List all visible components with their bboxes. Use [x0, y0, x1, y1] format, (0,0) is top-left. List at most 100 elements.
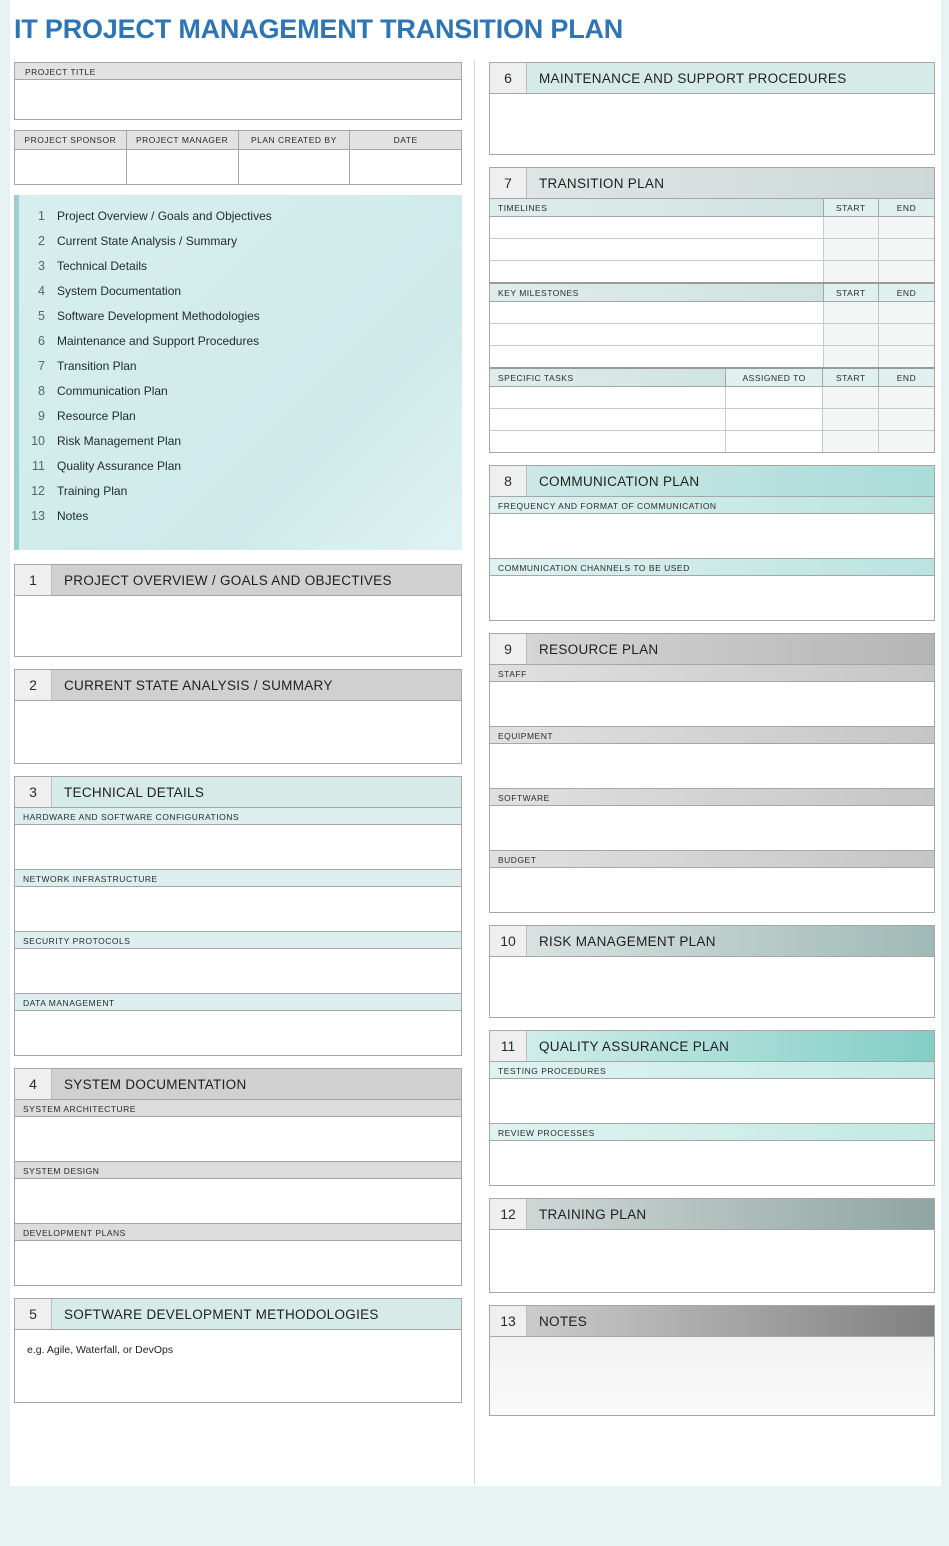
cell-end[interactable] — [878, 386, 934, 409]
subsection-input-network-infrastructure[interactable] — [15, 887, 461, 932]
section-title: RISK MANAGEMENT PLAN — [539, 933, 716, 949]
cell-task[interactable] — [490, 430, 726, 452]
section-maintenance-support: 6 MAINTENANCE AND SUPPORT PROCEDURES — [489, 62, 935, 155]
cell-start[interactable] — [823, 323, 879, 346]
subsection-input-security-protocols[interactable] — [15, 949, 461, 994]
section-number: 7 — [490, 168, 527, 198]
section-input[interactable] — [15, 701, 461, 763]
toc-item-12[interactable]: 12 Training Plan — [19, 484, 462, 509]
subsection-input-review-processes[interactable] — [490, 1141, 934, 1185]
section-input[interactable] — [490, 1337, 934, 1415]
subsection-label-communication-channels: COMMUNICATION CHANNELS TO BE USED — [490, 559, 934, 576]
cell-start[interactable] — [822, 386, 879, 409]
cell-milestone[interactable] — [490, 323, 824, 346]
cell-milestone[interactable] — [490, 301, 824, 324]
section-communication-plan: 8 COMMUNICATION PLAN FREQUENCY AND FORMA… — [489, 465, 935, 621]
section-training-plan: 12 TRAINING PLAN — [489, 1198, 935, 1293]
toc-item-6[interactable]: 6 Maintenance and Support Procedures — [19, 334, 462, 359]
toc-number: 13 — [31, 509, 45, 523]
cell-timeline[interactable] — [490, 238, 824, 261]
cell-start[interactable] — [823, 260, 879, 284]
section-input-methodologies[interactable]: e.g. Agile, Waterfall, or DevOps — [15, 1330, 461, 1402]
toc-item-4[interactable]: 4 System Documentation — [19, 284, 462, 309]
subsection-label-system-design: SYSTEM DESIGN — [15, 1162, 461, 1179]
cell-end[interactable] — [878, 260, 934, 284]
section-title: TRAINING PLAN — [539, 1206, 647, 1222]
subsection-input-development-plans[interactable] — [15, 1241, 461, 1285]
cell-task[interactable] — [490, 386, 726, 409]
cell-assigned-to[interactable] — [725, 386, 824, 409]
section-header: 4 SYSTEM DOCUMENTATION — [15, 1069, 461, 1100]
subsection-label-staff: STAFF — [490, 665, 934, 682]
toc-item-13[interactable]: 13 Notes — [19, 509, 462, 534]
section-number: 10 — [490, 926, 527, 956]
subsection-label-data-management: DATA MANAGEMENT — [15, 994, 461, 1011]
col-specific-tasks: SPECIFIC TASKS — [490, 369, 726, 387]
cell-end[interactable] — [878, 408, 934, 431]
toc-item-7[interactable]: 7 Transition Plan — [19, 359, 462, 384]
section-input[interactable] — [490, 94, 934, 154]
cell-start[interactable] — [823, 301, 879, 324]
subsection-input-communication-channels[interactable] — [490, 576, 934, 620]
toc-item-8[interactable]: 8 Communication Plan — [19, 384, 462, 409]
section-title: NOTES — [539, 1313, 588, 1329]
section-notes: 13 NOTES — [489, 1305, 935, 1416]
toc-number: 12 — [31, 484, 45, 498]
cell-end[interactable] — [878, 323, 934, 346]
cell-timeline[interactable] — [490, 260, 824, 284]
table-row — [490, 323, 934, 346]
cell-end[interactable] — [878, 216, 934, 239]
subsection-input-staff[interactable] — [490, 682, 934, 727]
cell-assigned-to[interactable] — [725, 408, 824, 431]
project-meta-table: PROJECT SPONSOR PROJECT MANAGER PLAN CRE… — [14, 130, 462, 185]
cell-start[interactable] — [822, 430, 879, 452]
toc-item-9[interactable]: 9 Resource Plan — [19, 409, 462, 434]
cell-start[interactable] — [823, 216, 879, 239]
toc-item-2[interactable]: 2 Current State Analysis / Summary — [19, 234, 462, 259]
subsection-input-frequency-format[interactable] — [490, 514, 934, 559]
table-row — [490, 386, 934, 409]
cell-start[interactable] — [823, 238, 879, 261]
cell-end[interactable] — [878, 430, 934, 452]
cell-end[interactable] — [878, 345, 934, 369]
subsection-input-testing-procedures[interactable] — [490, 1079, 934, 1124]
toc-item-1[interactable]: 1 Project Overview / Goals and Objective… — [19, 209, 462, 234]
left-column: PROJECT TITLE PROJECT SPONSOR PROJECT MA… — [14, 62, 462, 1415]
toc-item-5[interactable]: 5 Software Development Methodologies — [19, 309, 462, 334]
input-date[interactable] — [349, 149, 462, 185]
cell-milestone[interactable] — [490, 345, 824, 369]
toc-item-11[interactable]: 11 Quality Assurance Plan — [19, 459, 462, 484]
cell-assigned-to[interactable] — [725, 430, 824, 452]
subsection-input-software[interactable] — [490, 806, 934, 851]
subsection-input-data-management[interactable] — [15, 1011, 461, 1055]
cell-timeline[interactable] — [490, 216, 824, 239]
section-input[interactable] — [490, 957, 934, 1017]
subsection-input-hardware-software[interactable] — [15, 825, 461, 870]
section-title: RESOURCE PLAN — [539, 641, 659, 657]
section-number: 4 — [15, 1069, 52, 1099]
cell-end[interactable] — [878, 301, 934, 324]
toc-item-3[interactable]: 3 Technical Details — [19, 259, 462, 284]
section-input[interactable] — [15, 596, 461, 656]
cell-start[interactable] — [823, 345, 879, 369]
page-background-right — [941, 0, 949, 1546]
cell-start[interactable] — [822, 408, 879, 431]
cell-end[interactable] — [878, 238, 934, 261]
toc-number: 5 — [38, 309, 45, 323]
subsection-input-budget[interactable] — [490, 868, 934, 912]
subsection-input-equipment[interactable] — [490, 744, 934, 789]
cell-task[interactable] — [490, 408, 726, 431]
subsection-input-system-design[interactable] — [15, 1179, 461, 1224]
table-header-row: TIMELINES START END — [490, 199, 934, 217]
page-background-left — [0, 0, 10, 1546]
subsection-input-system-architecture[interactable] — [15, 1117, 461, 1162]
section-system-documentation: 4 SYSTEM DOCUMENTATION SYSTEM ARCHITECTU… — [14, 1068, 462, 1286]
input-plan-created-by[interactable] — [237, 149, 351, 185]
input-project-manager[interactable] — [125, 149, 239, 185]
project-title-input[interactable] — [15, 80, 461, 119]
input-project-sponsor[interactable] — [14, 149, 127, 185]
section-input[interactable] — [490, 1230, 934, 1292]
toc-label: Transition Plan — [57, 359, 137, 373]
col-end: END — [878, 199, 934, 217]
toc-item-10[interactable]: 10 Risk Management Plan — [19, 434, 462, 459]
